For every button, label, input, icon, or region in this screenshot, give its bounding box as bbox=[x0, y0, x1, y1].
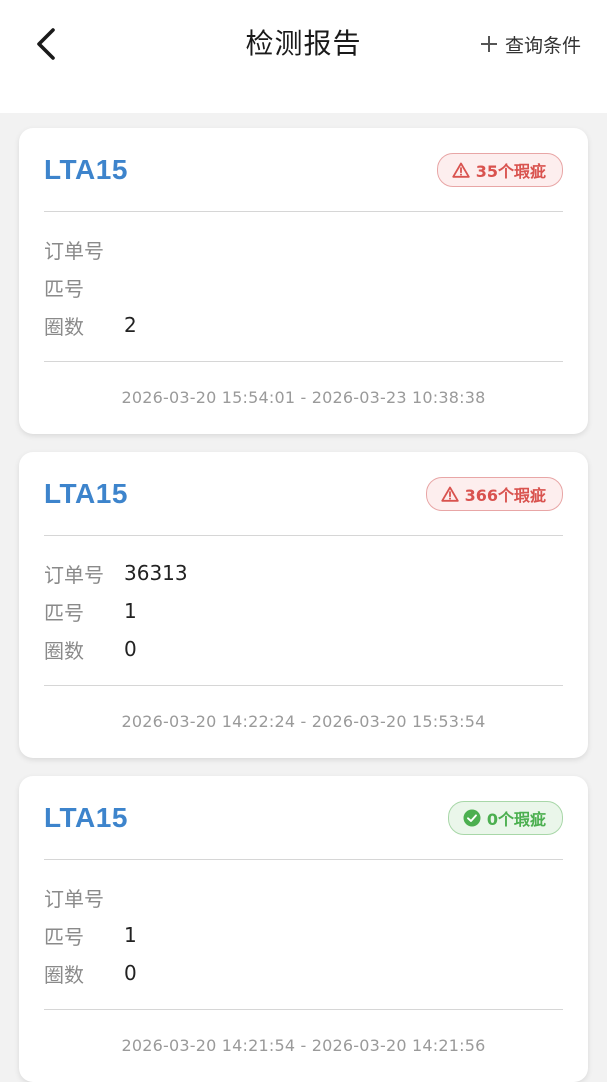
turns-row: 圈数 2 bbox=[44, 306, 563, 344]
time-range: 2026-03-20 15:54:01 - 2026-03-23 10:38:3… bbox=[121, 387, 486, 407]
defect-count: 35个瑕疵 bbox=[475, 161, 546, 181]
card-details: 订单号 匹号 1 圈数 0 bbox=[44, 860, 563, 1010]
order-row: 订单号 bbox=[44, 878, 563, 916]
turns-value: 0 bbox=[124, 961, 137, 985]
machine-model: LTA15 bbox=[44, 153, 128, 185]
query-conditions-label: 查询条件 bbox=[504, 34, 581, 57]
order-value: 36313 bbox=[124, 561, 188, 585]
query-conditions-button[interactable]: 查询条件 bbox=[479, 28, 581, 60]
card-header: LTA15 0个瑕疵 bbox=[44, 776, 563, 860]
piece-label: 匹号 bbox=[44, 924, 84, 949]
piece-label: 匹号 bbox=[44, 276, 84, 301]
turns-row: 圈数 0 bbox=[44, 630, 563, 668]
turns-label: 圈数 bbox=[44, 962, 84, 987]
order-label: 订单号 bbox=[44, 886, 104, 911]
report-list: LTA15 35个瑕疵 订单号 匹号 圈数 2 2026-03-20 15:54… bbox=[0, 113, 607, 1082]
turns-label: 圈数 bbox=[44, 638, 84, 663]
warning-icon bbox=[452, 162, 470, 178]
machine-model: LTA15 bbox=[44, 801, 128, 833]
card-details: 订单号 匹号 圈数 2 bbox=[44, 212, 563, 362]
piece-value: 1 bbox=[124, 923, 137, 947]
plus-icon bbox=[479, 34, 499, 54]
card-header: LTA15 366个瑕疵 bbox=[44, 452, 563, 536]
defect-badge: 366个瑕疵 bbox=[425, 476, 563, 511]
turns-label: 圈数 bbox=[44, 314, 84, 339]
check-circle-icon bbox=[463, 809, 481, 826]
machine-model: LTA15 bbox=[44, 477, 128, 509]
piece-row: 匹号 1 bbox=[44, 916, 563, 954]
defect-badge: 0个瑕疵 bbox=[447, 800, 563, 835]
report-card[interactable]: LTA15 35个瑕疵 订单号 匹号 圈数 2 2026-03-20 15:54… bbox=[19, 128, 588, 434]
warning-icon bbox=[440, 486, 459, 502]
piece-label: 匹号 bbox=[44, 600, 84, 625]
defect-count: 0个瑕疵 bbox=[486, 809, 546, 829]
turns-value: 2 bbox=[124, 313, 137, 337]
report-card[interactable]: LTA15 366个瑕疵 订单号 36313 匹号 1 圈数 0 2026-03… bbox=[19, 452, 588, 758]
defect-badge: 35个瑕疵 bbox=[436, 152, 563, 187]
report-card[interactable]: LTA15 0个瑕疵 订单号 匹号 1 圈数 0 2026-03-20 14:2… bbox=[19, 776, 588, 1082]
card-header: LTA15 35个瑕疵 bbox=[44, 128, 563, 212]
turns-value: 0 bbox=[124, 637, 137, 661]
defect-count: 366个瑕疵 bbox=[464, 485, 546, 505]
order-label: 订单号 bbox=[44, 238, 104, 263]
app-header: 检测报告 查询条件 bbox=[0, 0, 607, 113]
time-range: 2026-03-20 14:21:54 - 2026-03-20 14:21:5… bbox=[121, 1035, 486, 1055]
turns-row: 圈数 0 bbox=[44, 954, 563, 992]
time-range: 2026-03-20 14:22:24 - 2026-03-20 15:53:5… bbox=[121, 711, 486, 731]
piece-value: 1 bbox=[124, 599, 137, 623]
order-label: 订单号 bbox=[44, 562, 104, 587]
card-details: 订单号 36313 匹号 1 圈数 0 bbox=[44, 536, 563, 686]
piece-row: 匹号 bbox=[44, 268, 563, 306]
order-row: 订单号 36313 bbox=[44, 554, 563, 592]
piece-row: 匹号 1 bbox=[44, 592, 563, 630]
order-row: 订单号 bbox=[44, 230, 563, 268]
